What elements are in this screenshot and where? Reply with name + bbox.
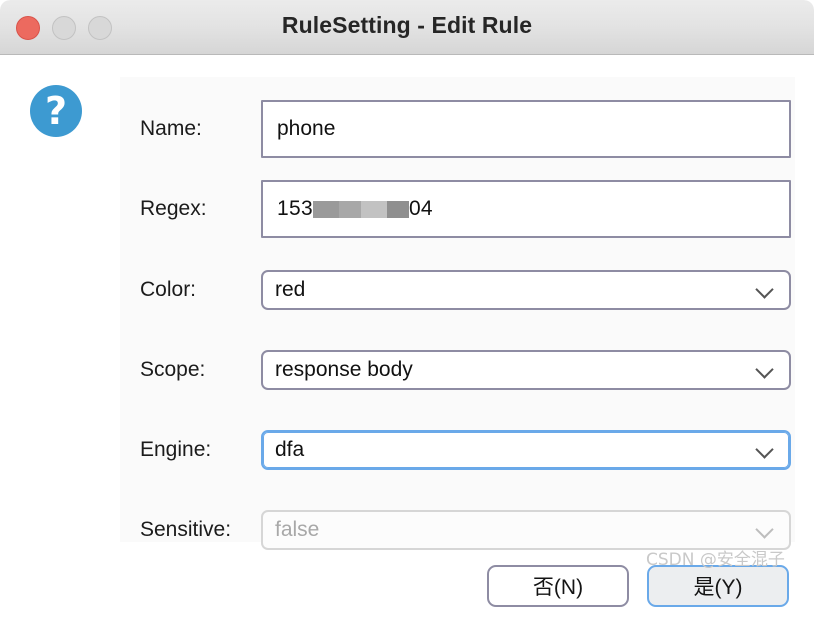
redaction-block [386,200,409,218]
name-input-value: phone [277,117,336,140]
yes-button[interactable]: 是(Y) [647,565,789,607]
chevron-down-icon [755,439,777,461]
regex-suffix: 04 [408,197,433,220]
window-title: RuleSetting - Edit Rule [281,12,533,38]
color-select-value: red [275,278,306,301]
regex-input[interactable]: 153 04 [261,180,791,238]
dialog-content: ? Name: phone Regex: 153 04 Color: red S… [0,55,814,634]
redaction-block [312,200,339,218]
color-select[interactable]: red [261,270,791,310]
engine-select[interactable]: dfa [261,430,791,470]
chevron-down-icon [755,519,777,541]
regex-label: Regex: [140,197,207,220]
regex-input-value: 153 04 [277,197,433,221]
sensitive-label: Sensitive: [140,518,232,541]
redaction-block [360,200,387,218]
chevron-down-icon [755,359,777,381]
scope-select-value: response body [275,358,413,381]
chevron-down-icon [755,279,777,301]
sensitive-select: false [261,510,791,550]
color-label: Color: [140,278,197,301]
rule-form-panel: Name: phone Regex: 153 04 Color: red Sco… [120,77,795,550]
redaction-block [338,200,361,218]
engine-select-value: dfa [275,438,305,461]
scope-label: Scope: [140,358,206,381]
dialog-footer: 否(N) 是(Y) [0,555,814,634]
regex-prefix: 153 [277,197,313,220]
title-bar: RuleSetting - Edit Rule [0,0,814,55]
dialog-window: RuleSetting - Edit Rule ? Name: phone Re… [0,0,814,634]
sensitive-select-value: false [275,518,320,541]
question-mark-icon: ? [30,85,82,137]
no-button[interactable]: 否(N) [487,565,629,607]
engine-label: Engine: [140,438,212,461]
name-label: Name: [140,117,202,140]
name-input[interactable]: phone [261,100,791,158]
scope-select[interactable]: response body [261,350,791,390]
